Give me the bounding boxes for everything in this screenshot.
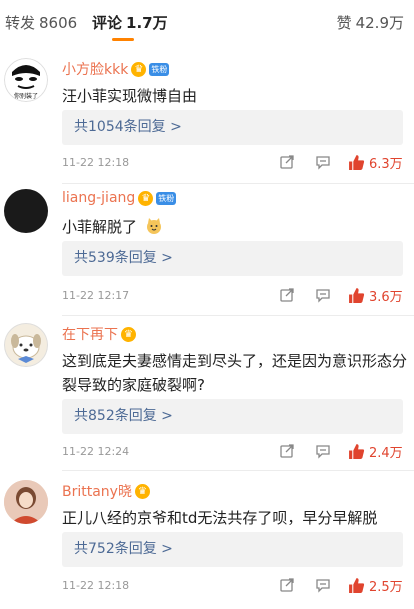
replies-link[interactable]: 共852条回复 > xyxy=(62,399,403,434)
avatar-caption: 你别装了 xyxy=(14,92,38,100)
crown-badge-icon: ♛ xyxy=(138,190,154,206)
like-count: 3.6万 xyxy=(369,290,403,305)
fan-badge: 铁粉 xyxy=(149,62,170,76)
share-icon[interactable] xyxy=(279,577,295,593)
thumbs-up-icon xyxy=(349,578,365,593)
fan-badge: 铁粉 xyxy=(156,191,177,205)
username-text: 小方脸kkk xyxy=(62,62,129,78)
comment-icon[interactable] xyxy=(315,577,331,593)
divider xyxy=(62,183,414,184)
cat-emoji-icon xyxy=(146,218,161,234)
username-text: liang-jiang xyxy=(62,190,136,206)
tab-like-label: 赞 xyxy=(336,14,352,32)
tab-comment-count: 1.7万 xyxy=(126,14,168,32)
tab-comment[interactable]: 评论 1.7万 xyxy=(92,12,168,33)
divider xyxy=(62,470,414,471)
tab-like-count: 42.9万 xyxy=(355,14,404,32)
avatar[interactable] xyxy=(4,189,48,233)
comment-text-content: 小菲解脱了 xyxy=(62,218,138,236)
comment-meta: 11-22 12:18 6.3万 xyxy=(62,153,407,173)
divider xyxy=(62,315,414,316)
comment-date: 11-22 12:18 xyxy=(62,156,130,169)
avatar[interactable]: 你别装了 xyxy=(4,58,48,102)
crown-badge-icon: ♛ xyxy=(131,61,147,77)
comment-icon[interactable] xyxy=(315,287,331,303)
like-count: 2.4万 xyxy=(369,446,403,461)
dog-cartoon-icon xyxy=(4,323,48,367)
replies-link[interactable]: 共539条回复 > xyxy=(62,241,403,276)
tab-repost[interactable]: 转发 8606 xyxy=(5,12,77,33)
comment-meta: 11-22 12:24 2.4万 xyxy=(62,442,407,462)
comment-username[interactable]: Brittany晓 ♛ xyxy=(62,481,150,501)
share-icon[interactable] xyxy=(279,154,295,170)
comment-username[interactable]: 在下再下 ♛ xyxy=(62,324,136,344)
like-count: 2.5万 xyxy=(369,580,403,595)
comment-text: 这到底是夫妻感情走到尽头了，还是因为意识形态分裂导致的家庭破裂啊? xyxy=(62,352,408,394)
replies-link[interactable]: 共1054条回复 > xyxy=(62,110,403,145)
username-text: 在下再下 xyxy=(62,327,118,343)
thumbs-up-icon xyxy=(349,155,365,170)
thumbs-up-icon xyxy=(349,444,365,459)
tab-comment-label: 评论 xyxy=(92,14,123,32)
tab-bar: 转发 8606 评论 1.7万 赞 42.9万 xyxy=(0,0,414,44)
comment-text: 正儿八经的京爷和td无法共存了呗，早分早解脱 xyxy=(62,509,378,527)
like-count: 6.3万 xyxy=(369,157,403,172)
user-photo-icon xyxy=(4,480,48,524)
avatar[interactable] xyxy=(4,323,48,367)
meme-face-icon: 你别装了 xyxy=(4,58,48,102)
like-button[interactable]: 3.6万 xyxy=(348,286,403,305)
comment-text: 汪小菲实现微博自由 xyxy=(62,87,198,105)
comment-icon[interactable] xyxy=(315,154,331,170)
thumbs-up-icon xyxy=(349,288,365,303)
comment-username[interactable]: liang-jiang ♛ 铁粉 xyxy=(62,190,177,206)
like-button[interactable]: 2.4万 xyxy=(348,442,403,461)
comment-text: 小菲解脱了 xyxy=(62,215,407,239)
share-icon[interactable] xyxy=(279,287,295,303)
tab-like[interactable]: 赞 42.9万 xyxy=(337,12,404,33)
comment-date: 11-22 12:18 xyxy=(62,579,130,592)
tab-repost-count: 8606 xyxy=(39,14,78,32)
avatar[interactable] xyxy=(4,480,48,524)
comment-username[interactable]: 小方脸kkk ♛ 铁粉 xyxy=(62,59,170,79)
active-tab-indicator xyxy=(112,38,134,41)
like-button[interactable]: 6.3万 xyxy=(348,153,403,172)
comment-date: 11-22 12:17 xyxy=(62,289,130,302)
comment-date: 11-22 12:24 xyxy=(62,445,130,458)
comment-meta: 11-22 12:17 3.6万 xyxy=(62,286,407,306)
share-icon[interactable] xyxy=(279,443,295,459)
replies-link[interactable]: 共752条回复 > xyxy=(62,532,403,567)
crown-badge-icon: ♛ xyxy=(134,483,150,499)
comment-icon[interactable] xyxy=(315,443,331,459)
username-text: Brittany晓 xyxy=(62,484,132,500)
like-button[interactable]: 2.5万 xyxy=(348,576,403,595)
crown-badge-icon: ♛ xyxy=(121,326,136,342)
tab-repost-label: 转发 xyxy=(5,14,36,32)
comment-meta: 11-22 12:18 2.5万 xyxy=(62,576,407,596)
